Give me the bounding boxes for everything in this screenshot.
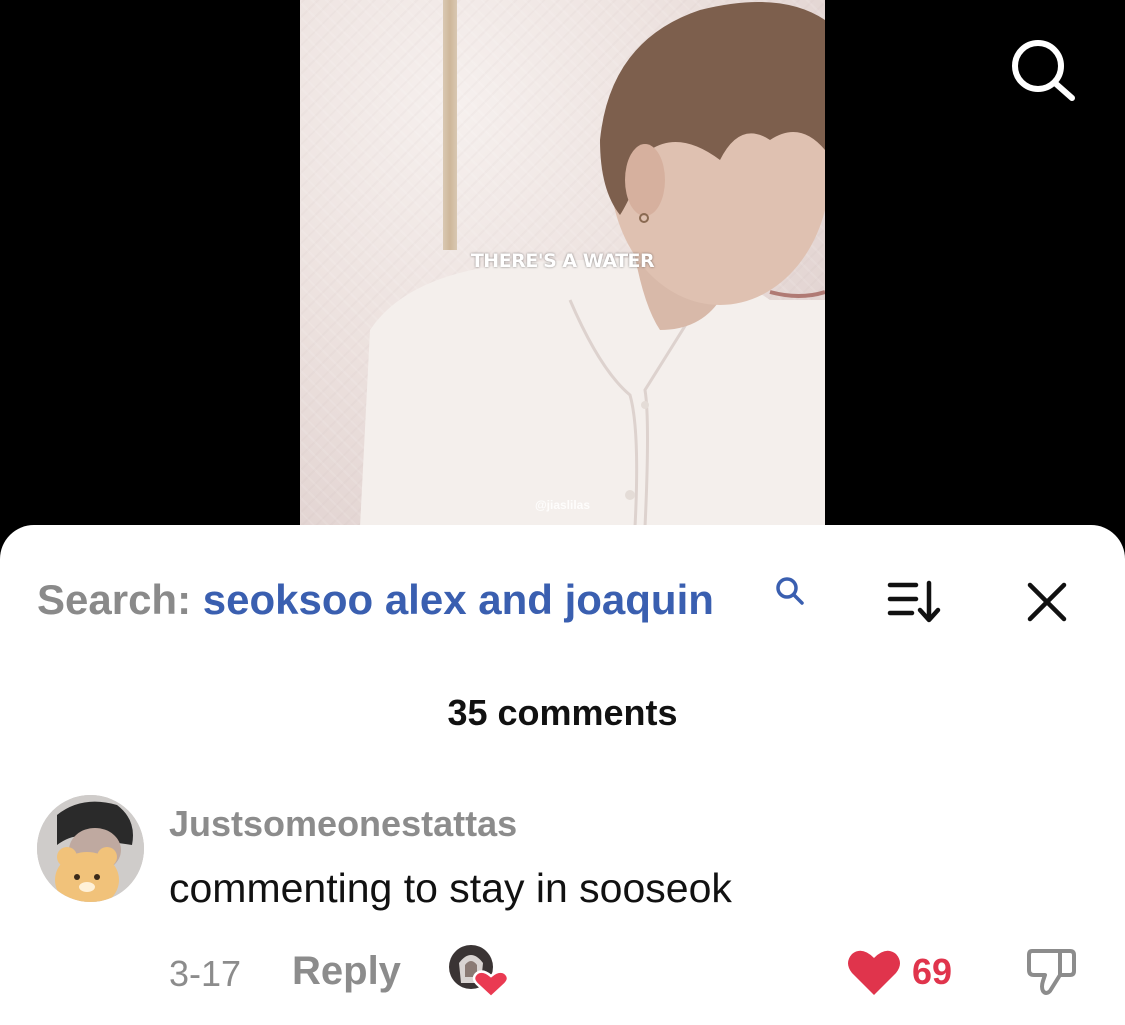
like-count: 69 <box>912 951 953 992</box>
comment-text: commenting to stay in sooseok <box>169 865 732 911</box>
sort-icon <box>887 580 941 623</box>
top-search-button[interactable] <box>1008 36 1078 106</box>
reply-button[interactable]: Reply <box>292 949 401 994</box>
heart-icon <box>848 950 900 995</box>
comment-date: 3-17 <box>169 953 242 994</box>
close-icon <box>1027 582 1067 622</box>
comments-sheet: Search: seoksoo alex and joaquin 35 comm… <box>0 525 1125 1025</box>
video-player[interactable]: THERE'S A WATER @jiaslilas <box>300 0 825 527</box>
dislike-icon <box>1027 949 1076 995</box>
video-watermark: @jiaslilas <box>534 498 591 512</box>
comments-count: 35 comments <box>447 692 678 733</box>
avatar-image <box>37 795 144 902</box>
like-button[interactable] <box>846 947 902 997</box>
search-icon <box>1012 40 1075 101</box>
comment-username[interactable]: Justsomeonestattas <box>169 803 517 845</box>
sort-button[interactable] <box>886 577 944 627</box>
creator-avatar-heart-icon <box>449 945 510 999</box>
creator-liked-badge <box>447 943 510 999</box>
dislike-button[interactable] <box>1026 945 1078 999</box>
video-caption: THERE'S A WATER <box>470 250 655 272</box>
comment-search-query[interactable]: Search: seoksoo alex and joaquin <box>37 575 714 625</box>
close-button[interactable] <box>1022 577 1072 627</box>
comment-item: Justsomeonestattas commenting to stay in… <box>0 795 1125 1025</box>
avatar[interactable] <box>37 795 144 902</box>
search-label: Search: <box>37 576 192 623</box>
search-query-text[interactable]: seoksoo alex and joaquin <box>203 576 714 623</box>
query-search-icon[interactable] <box>774 575 806 607</box>
